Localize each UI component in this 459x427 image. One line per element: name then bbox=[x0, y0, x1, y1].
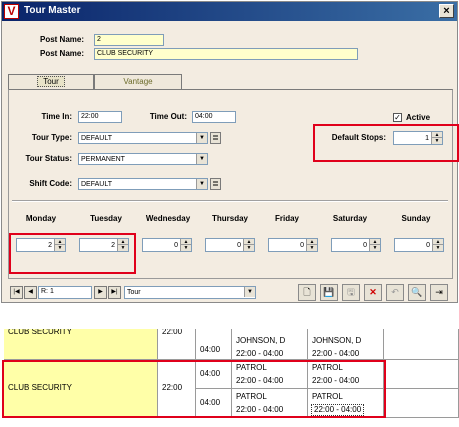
active-checkbox[interactable]: ✓ bbox=[393, 113, 402, 122]
first-record-button[interactable]: |◀ bbox=[10, 286, 23, 299]
last-record-button[interactable]: ▶| bbox=[108, 286, 121, 299]
grid-empty-cell[interactable] bbox=[384, 329, 459, 360]
sunday-value: 0 bbox=[426, 242, 430, 249]
day-label-tuesday: Tuesday bbox=[90, 214, 122, 223]
shift-code-label: Shift Code: bbox=[29, 179, 72, 188]
grid-slot-name: JOHNSON, D bbox=[312, 336, 362, 345]
friday-stepper[interactable]: 0 ▲ ▼ bbox=[268, 238, 318, 252]
shift-code-value: DEFAULT bbox=[81, 181, 112, 188]
wednesday-stepper[interactable]: 0 ▲ ▼ bbox=[142, 238, 192, 252]
new-record-icon[interactable]: 🗋 bbox=[298, 284, 316, 301]
tab-vantage[interactable]: Vantage bbox=[94, 74, 182, 89]
grid-time-text: 22:00 bbox=[162, 329, 183, 336]
chevron-down-icon[interactable]: ▼ bbox=[244, 287, 255, 297]
chevron-down-icon[interactable]: ▼ bbox=[196, 179, 207, 189]
stepper-buttons[interactable]: ▲ ▼ bbox=[306, 239, 317, 251]
schedule-grid: CLUB SECURITY 22:00 04:00 JOHNSON, D 22:… bbox=[0, 329, 459, 427]
day-label-wednesday: Wednesday bbox=[145, 214, 191, 223]
sunday-stepper[interactable]: 0 ▲ ▼ bbox=[394, 238, 444, 252]
stepper-buttons[interactable]: ▲ ▼ bbox=[432, 239, 443, 251]
arrow-down-icon[interactable]: ▼ bbox=[370, 245, 380, 251]
highlight-default-stops bbox=[313, 124, 459, 162]
arrow-down-icon[interactable]: ▼ bbox=[181, 245, 191, 251]
chevron-down-icon[interactable]: ▼ bbox=[196, 154, 207, 164]
arrow-down-icon[interactable]: ▼ bbox=[307, 245, 317, 251]
thursday-stepper[interactable]: 0 ▲ ▼ bbox=[205, 238, 255, 252]
delete-icon[interactable]: ✕ bbox=[364, 284, 382, 301]
tour-type-label: Tour Type: bbox=[31, 133, 72, 142]
exit-icon[interactable]: ⇥ bbox=[430, 284, 448, 301]
stepper-buttons[interactable]: ▲ ▼ bbox=[243, 239, 254, 251]
tour-master-dialog: V Tour Master × Post Name: 2 Post Name: … bbox=[1, 1, 459, 303]
shift-code-select[interactable]: DEFAULT ▼ bbox=[78, 178, 208, 190]
tour-type-value: DEFAULT bbox=[81, 135, 112, 142]
divider bbox=[12, 200, 448, 202]
day-label-monday: Monday bbox=[25, 214, 57, 223]
grid-slot-cell[interactable]: JOHNSON, D 22:00 - 04:00 bbox=[308, 329, 384, 360]
record-indicator[interactable]: R: 1 bbox=[38, 286, 92, 299]
arrow-down-icon[interactable]: ▼ bbox=[244, 245, 254, 251]
saturday-stepper[interactable]: 0 ▲ ▼ bbox=[331, 238, 381, 252]
day-label-thursday: Thursday bbox=[211, 214, 248, 223]
grid-post-cell[interactable]: CLUB SECURITY bbox=[4, 329, 158, 360]
time-in-field[interactable]: 22:00 bbox=[78, 111, 122, 123]
friday-value: 0 bbox=[300, 242, 304, 249]
highlight-monday-tuesday bbox=[9, 233, 136, 274]
stepper-buttons[interactable]: ▲ ▼ bbox=[180, 239, 191, 251]
wednesday-value: 0 bbox=[174, 242, 178, 249]
save-icon[interactable]: 🖫 bbox=[342, 284, 360, 301]
stepper-buttons[interactable]: ▲ ▼ bbox=[369, 239, 380, 251]
time-out-label: Time Out: bbox=[149, 112, 187, 121]
post-name-field[interactable]: CLUB SECURITY bbox=[94, 48, 358, 60]
day-label-friday: Friday bbox=[274, 214, 299, 223]
tour-status-label: Tour Status: bbox=[25, 154, 72, 163]
grid-slot-time: 22:00 - 04:00 bbox=[236, 349, 284, 358]
view-select[interactable]: Tour ▼ bbox=[124, 286, 256, 299]
post-name-label: Post Name: bbox=[39, 49, 84, 58]
window-title: Tour Master bbox=[24, 5, 81, 16]
view-value: Tour bbox=[127, 289, 141, 296]
thursday-value: 0 bbox=[237, 242, 241, 249]
shift-code-notes-icon[interactable]: ≣ bbox=[210, 178, 221, 190]
post-number-field[interactable]: 2 bbox=[94, 34, 164, 46]
grid-empty-cell[interactable] bbox=[384, 360, 459, 389]
save-all-icon[interactable]: 💾 bbox=[320, 284, 338, 301]
undo-icon[interactable]: ↶ bbox=[386, 284, 404, 301]
active-label: Active bbox=[406, 113, 431, 122]
grid-hour-text: 04:00 bbox=[200, 345, 221, 354]
day-label-sunday: Sunday bbox=[401, 214, 431, 223]
post-number-label: Post Name: bbox=[39, 35, 84, 44]
next-record-button[interactable]: ▶ bbox=[94, 286, 107, 299]
time-in-label: Time In: bbox=[41, 112, 72, 121]
tab-tour[interactable]: Tour bbox=[8, 74, 94, 89]
grid-slot-cell[interactable]: JOHNSON, D 22:00 - 04:00 bbox=[232, 329, 308, 360]
grid-hour-cell[interactable]: 04:00 bbox=[196, 329, 232, 360]
close-button[interactable]: × bbox=[439, 4, 454, 18]
tab-tour-label: Tour bbox=[37, 76, 65, 87]
app-logo-icon: V bbox=[4, 4, 19, 19]
grid-time-cell[interactable]: 22:00 bbox=[158, 329, 196, 360]
tour-type-select[interactable]: DEFAULT ▼ bbox=[78, 132, 208, 144]
saturday-value: 0 bbox=[363, 242, 367, 249]
arrow-down-icon[interactable]: ▼ bbox=[433, 245, 443, 251]
tab-vantage-label: Vantage bbox=[123, 77, 153, 86]
prev-record-button[interactable]: ◀ bbox=[24, 286, 37, 299]
grid-slot-name: JOHNSON, D bbox=[236, 336, 286, 345]
grid-slot-time: 22:00 - 04:00 bbox=[312, 349, 360, 358]
title-bar[interactable]: V Tour Master × bbox=[2, 2, 457, 21]
grid-post-text: CLUB SECURITY bbox=[8, 329, 73, 336]
time-out-field[interactable]: 04:00 bbox=[192, 111, 236, 123]
highlight-patrol-row bbox=[2, 360, 386, 418]
tour-type-notes-icon[interactable]: ≣ bbox=[210, 132, 221, 144]
day-label-saturday: Saturday bbox=[332, 214, 368, 223]
grid-empty-cell[interactable] bbox=[384, 389, 459, 418]
tour-status-select[interactable]: PERMANENT ▼ bbox=[78, 153, 208, 165]
tour-status-value: PERMANENT bbox=[81, 156, 125, 163]
search-icon[interactable]: 🔍 bbox=[408, 284, 426, 301]
chevron-down-icon[interactable]: ▼ bbox=[196, 133, 207, 143]
